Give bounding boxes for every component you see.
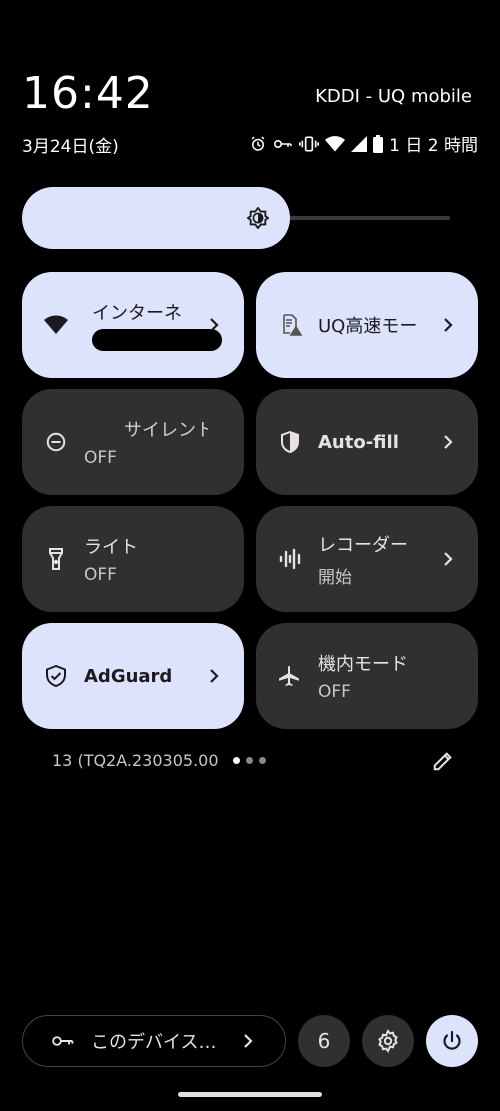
tile-state: 開始 (318, 567, 352, 588)
carrier-name: KDDI - UQ mobile (315, 86, 472, 107)
tile-label: 機内モード (318, 654, 408, 675)
flashlight-icon (44, 547, 68, 571)
tile-state: OFF (84, 448, 117, 468)
sim-warning-icon (278, 313, 302, 337)
chevron-right-icon (206, 664, 222, 688)
tile-flashlight[interactable]: ライト OFF (22, 506, 244, 612)
tile-label: インターネ (92, 303, 182, 324)
brightness-slider[interactable] (22, 187, 450, 249)
tile-label: レコーダー (318, 534, 408, 556)
clock: 16:42 (22, 68, 154, 119)
gesture-navigation-bar[interactable] (178, 1092, 322, 1097)
signal-icon (351, 135, 368, 152)
chevron-right-icon (206, 313, 222, 337)
brightness-icon (246, 206, 270, 233)
settings-button[interactable] (362, 1015, 414, 1067)
shield-check-icon (44, 664, 68, 688)
chevron-right-icon (440, 547, 456, 571)
page-dot-3 (259, 757, 266, 764)
status-icons: 1 日 2 時間 (249, 131, 478, 156)
wifi-icon (325, 135, 346, 152)
chevron-right-icon (440, 313, 456, 337)
edit-button[interactable] (432, 750, 454, 776)
tile-airplane-mode[interactable]: 機内モード OFF (256, 623, 478, 729)
power-icon (440, 1029, 464, 1053)
tile-silent[interactable]: サイレント OFF (22, 389, 244, 495)
build-number[interactable]: 13 (TQ2A.230305.00 (52, 751, 219, 770)
pencil-icon (432, 752, 454, 776)
battery-remaining: 1 日 2 時間 (389, 136, 478, 156)
vpn-key-icon (51, 1033, 75, 1049)
brightness-track (272, 216, 450, 220)
page-dot-2 (246, 757, 253, 764)
do-not-disturb-icon (44, 430, 68, 454)
vibrate-icon (299, 135, 320, 153)
tile-label: UQ高速モー (318, 316, 418, 337)
tile-internet[interactable]: インターネ (22, 272, 244, 378)
battery-icon (373, 134, 384, 153)
page-dot-1 (233, 757, 240, 764)
date[interactable]: 3月24日(金) (22, 132, 119, 157)
tile-label: Auto-fill (318, 431, 399, 453)
page-indicator (233, 757, 266, 764)
vpn-label: このデバイス… (91, 1032, 217, 1053)
vpn-key-icon (273, 135, 293, 153)
airplane-icon (278, 664, 302, 688)
tile-adguard[interactable]: AdGuard (22, 623, 244, 729)
tile-label: ライト (84, 537, 138, 558)
alarm-icon (249, 135, 267, 153)
vpn-device-button[interactable]: このデバイス… (22, 1015, 286, 1067)
tile-label: AdGuard (84, 665, 173, 687)
network-name-redaction (92, 329, 222, 351)
gear-icon (376, 1029, 400, 1053)
tile-recorder[interactable]: レコーダー 開始 (256, 506, 478, 612)
shield-icon (278, 430, 302, 454)
tile-state: OFF (84, 565, 117, 585)
chevron-right-icon (440, 430, 456, 454)
notification-count: 6 (317, 1029, 331, 1053)
audio-waveform-icon (278, 547, 302, 571)
tile-state: OFF (318, 682, 351, 702)
wifi-icon (44, 313, 68, 337)
notification-count-button[interactable]: 6 (298, 1015, 350, 1067)
tile-autofill[interactable]: Auto-fill (256, 389, 478, 495)
chevron-right-icon (243, 1033, 253, 1053)
tile-uq-high-speed[interactable]: UQ高速モー (256, 272, 478, 378)
tile-label: サイレント (124, 420, 208, 441)
power-button[interactable] (426, 1015, 478, 1067)
